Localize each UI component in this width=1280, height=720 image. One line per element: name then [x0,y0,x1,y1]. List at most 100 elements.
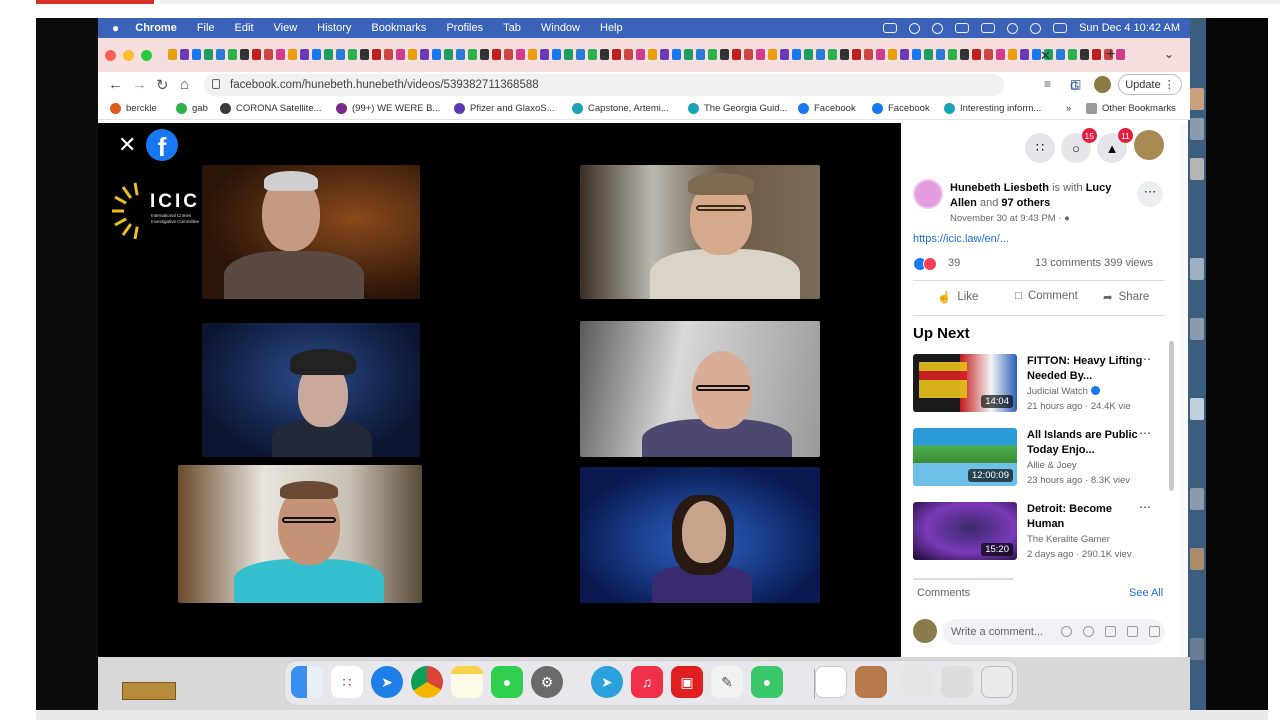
wifi-icon[interactable] [1007,22,1019,34]
post-author[interactable]: Hunebeth Liesbeth [950,182,1049,194]
reading-list-icon[interactable]: ≡ [1044,77,1051,91]
bookmark-item[interactable]: Capstone, Artemi... [572,103,669,114]
video-player[interactable]: ✕ f ICIC International Crimes Investigat… [98,123,901,657]
emoji-icon[interactable] [1083,626,1094,637]
tab-favicon-icon[interactable] [276,49,285,60]
window-thumbnail-icon[interactable] [855,666,887,698]
chrome-icon[interactable] [411,666,443,698]
tab-favicon-icon[interactable] [708,49,717,60]
like-button[interactable]: ☝ Like [937,290,978,304]
tab-favicon-icon[interactable] [360,49,369,60]
comment-button[interactable]: □ Comment [1015,290,1078,302]
reload-icon[interactable]: ↻ [156,76,169,94]
bookmark-item[interactable]: Interesting inform... [944,103,1041,114]
panel-scrollbar[interactable] [1169,341,1174,491]
volume-icon[interactable] [955,23,970,33]
tab-favicon-icon[interactable] [864,49,873,60]
video-channel[interactable]: The Keralite Gamer [1027,534,1110,545]
post-tagged-others[interactable]: 97 others [1001,197,1050,209]
avatar-sticker-icon[interactable] [1061,626,1072,637]
photo-booth-icon[interactable]: ▣ [671,666,703,698]
gif-icon[interactable] [1127,626,1138,637]
tab-favicon-icon[interactable] [876,49,885,60]
trash-icon[interactable] [981,666,1013,698]
video-title[interactable]: Detroit: Become Human [1027,502,1145,532]
bookmark-item[interactable]: (99+) WE WERE B... [336,103,440,114]
tab-favicon-icon[interactable] [216,49,225,60]
tab-favicon-icon[interactable] [396,49,405,60]
display-icon[interactable] [883,23,898,33]
tab-favicon-icon[interactable] [564,49,573,60]
bookmark-item[interactable]: berckle [110,103,157,114]
tab-favicon-icon[interactable] [900,49,909,60]
creative-cloud-icon[interactable] [909,22,921,34]
desktop-file-thumb[interactable] [1190,398,1204,420]
menu-chrome[interactable]: Chrome [135,22,177,34]
tab-favicon-icon[interactable] [336,49,345,60]
menu-window[interactable]: Window [541,22,580,34]
tab-favicon-icon[interactable] [780,49,789,60]
tab-favicon-icon[interactable] [804,49,813,60]
desktop-file-thumb[interactable] [1190,258,1204,280]
textedit-icon[interactable]: ✎ [711,666,743,698]
tab-favicon-icon[interactable] [840,49,849,60]
tab-favicon-icon[interactable] [288,49,297,60]
tab-favicon-icon[interactable] [696,49,705,60]
control-center-icon[interactable] [1053,23,1068,33]
launchpad-icon[interactable]: ∷ [331,666,363,698]
tab-favicon-icon[interactable] [624,49,633,60]
menu-history[interactable]: History [317,22,351,34]
desktop-file-thumb[interactable] [122,682,176,700]
tab-favicon-icon[interactable] [444,49,453,60]
reaction-icons[interactable] [913,257,943,271]
tab-favicon-icon[interactable] [252,49,261,60]
facebook-logo-icon[interactable]: f [146,129,178,162]
tab-favicon-icon[interactable] [228,49,237,60]
forward-arrow-icon[interactable]: → [132,76,147,93]
tab-favicon-icon[interactable] [432,49,441,60]
bookmark-item[interactable]: CORONA Satellite... [220,103,322,114]
bookmark-item[interactable]: Facebook [798,103,856,114]
tab-favicon-icon[interactable] [1116,49,1125,60]
video-thumbnail[interactable]: 14:04 [913,354,1017,412]
video-more-icon[interactable]: ⋯ [1139,500,1151,514]
menu-help[interactable]: Help [600,22,623,34]
tab-favicon-icon[interactable] [972,49,981,60]
up-next-video[interactable]: 15:20 Detroit: Become Human The Keralite… [913,500,1167,562]
tab-favicon-icon[interactable] [180,49,189,60]
tab-favicon-icon[interactable] [168,49,177,60]
more-bookmarks-chevron-icon[interactable]: » [1066,103,1071,114]
tab-favicon-icon[interactable] [984,49,993,60]
stack-icon[interactable] [941,666,973,698]
camera-icon[interactable] [1105,626,1116,637]
video-more-icon[interactable]: ⋯ [1139,426,1151,440]
post-more-options-icon[interactable]: ⋯ [1137,181,1163,207]
tab-favicon-icon[interactable] [636,49,645,60]
window-zoom-icon[interactable] [141,49,152,61]
tab-favicon-icon[interactable] [264,49,273,60]
battery-icon[interactable] [981,23,996,33]
lock-icon[interactable] [212,79,220,89]
side-panel-icon[interactable]: ◫ [1070,77,1081,91]
up-next-video[interactable]: 12:00:09 All Islands are Public Today En… [913,426,1167,488]
new-tab-icon[interactable]: + [1106,46,1115,64]
tab-favicon-icon[interactable] [792,49,801,60]
tab-favicon-icon[interactable] [552,49,561,60]
tab-favicon-icon[interactable] [996,49,1005,60]
home-icon[interactable]: ⌂ [180,76,189,93]
tab-favicon-icon[interactable] [300,49,309,60]
post-date[interactable]: November 30 at 9:43 PM · ● [950,213,1070,224]
video-thumbnail[interactable]: 12:00:09 [913,428,1017,486]
system-settings-icon[interactable]: ⚙ [531,666,563,698]
menu-tab[interactable]: Tab [503,22,521,34]
comment-input[interactable]: Write a comment... [943,619,1165,645]
document-thumbnail-icon[interactable] [815,666,847,698]
tab-favicon-icon[interactable] [768,49,777,60]
tab-favicon-icon[interactable] [192,49,201,60]
video-channel[interactable]: Judicial Watch [1027,386,1100,397]
tab-favicon-icon[interactable] [372,49,381,60]
tab-favicon-icon[interactable] [420,49,429,60]
desktop-file-thumb[interactable] [1190,548,1204,570]
tab-favicon-icon[interactable] [588,49,597,60]
tab-favicon-icon[interactable] [600,49,609,60]
